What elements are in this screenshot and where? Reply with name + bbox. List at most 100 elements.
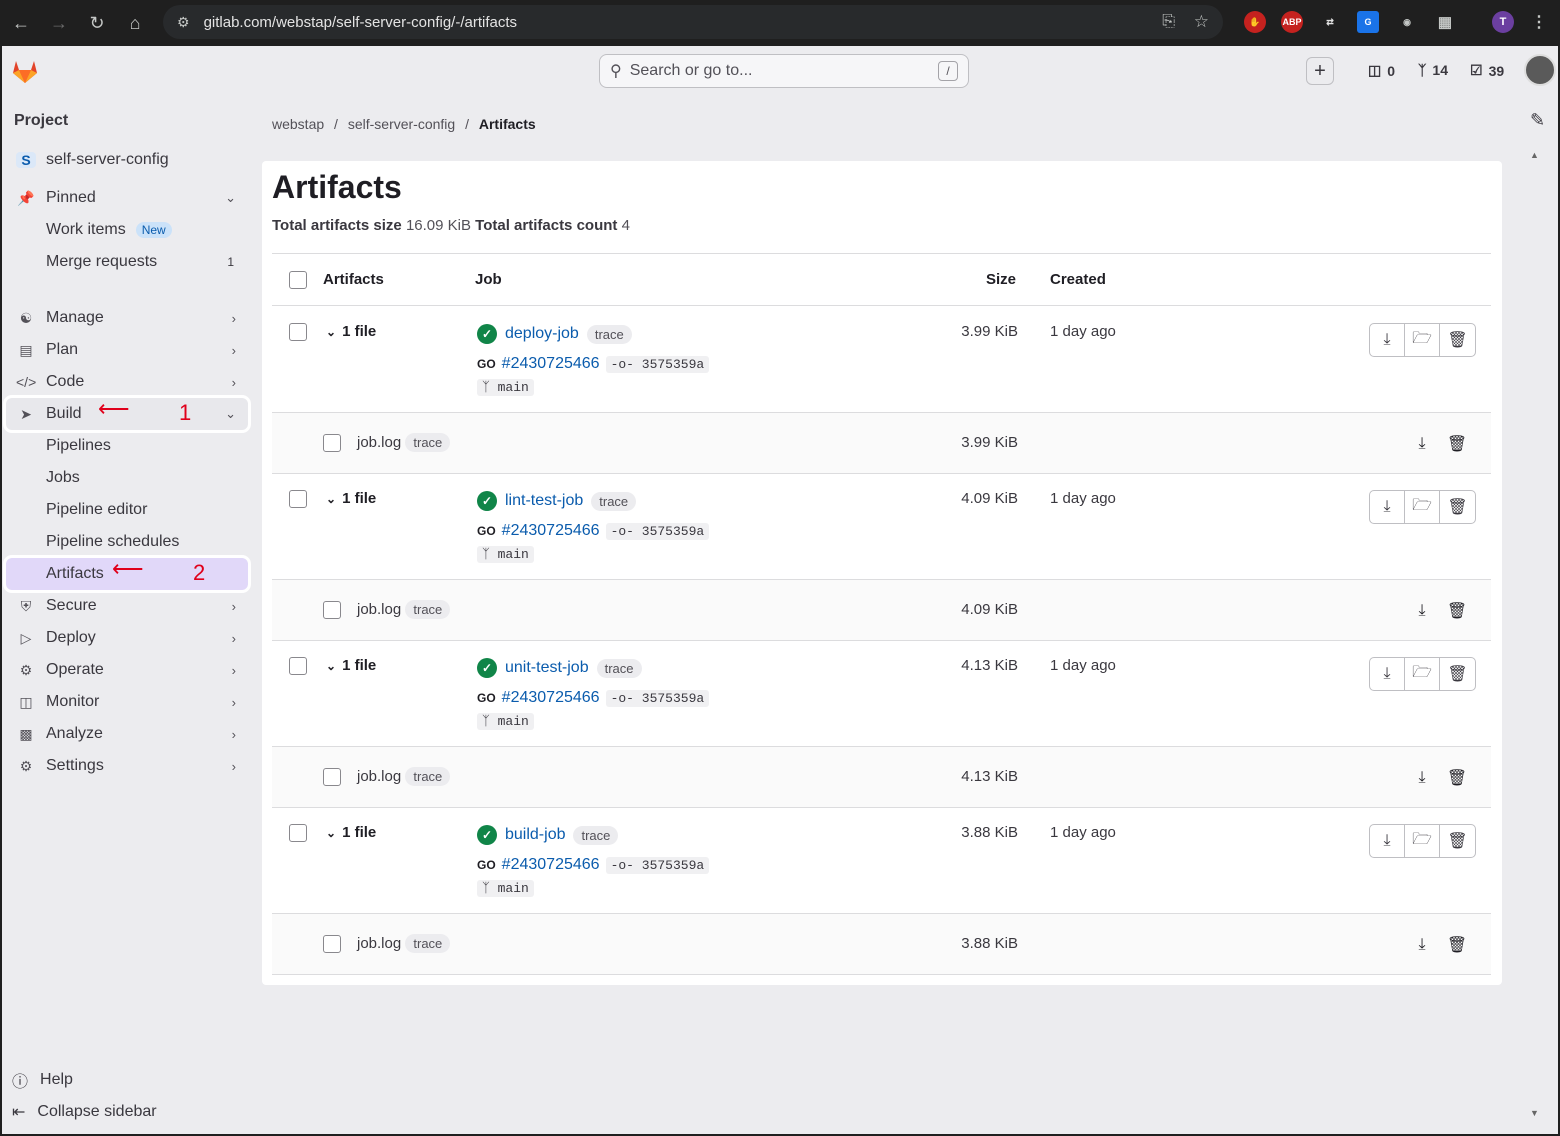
job-link[interactable]: lint-test-job (505, 492, 583, 510)
sidebar-project-link[interactable]: S self-server-config (6, 144, 248, 176)
scroll-up-icon[interactable]: ▲ (1530, 150, 1539, 160)
adblock-icon[interactable]: ABP (1281, 11, 1303, 33)
breadcrumb-project[interactable]: self-server-config (348, 116, 455, 132)
sidebar-item-deploy[interactable]: ▷ Deploy › (6, 622, 248, 654)
file-checkbox[interactable] (323, 935, 341, 953)
sidebar-item-secure[interactable]: ⛨ Secure › (6, 590, 248, 622)
sidebar-item-settings[interactable]: ⚙ Settings › (6, 750, 248, 782)
expand-toggle[interactable]: ⌄ 1 file (326, 323, 376, 340)
profile-avatar[interactable]: T (1492, 11, 1514, 33)
download-button[interactable]: ⤓ (1370, 491, 1405, 523)
search-input[interactable]: ⚲ Search or go to... / (599, 54, 969, 88)
collapse-sidebar-button[interactable]: ⇤ Collapse sidebar (12, 1102, 157, 1122)
sidebar-item-code[interactable]: </> Code › (6, 366, 248, 398)
browse-folder-button[interactable]: 🗁 (1405, 491, 1440, 523)
file-download-button[interactable]: ⤓ (1408, 764, 1436, 792)
browse-folder-button[interactable]: 🗁 (1405, 825, 1440, 857)
file-download-button[interactable]: ⤓ (1408, 597, 1436, 625)
install-icon[interactable]: ⎘ (1162, 13, 1175, 31)
file-download-button[interactable]: ⤓ (1408, 430, 1436, 458)
todos-count-button[interactable]: ☑ 39 (1470, 62, 1504, 79)
sidebar-item-jobs[interactable]: Jobs (6, 462, 248, 494)
sidebar-pinned[interactable]: 📌 Pinned ⌄ (6, 182, 248, 214)
file-delete-button[interactable]: 🗑 (1443, 430, 1471, 458)
expand-toggle[interactable]: ⌄ 1 file (326, 657, 376, 674)
sidebar-item-monitor[interactable]: ◫ Monitor › (6, 686, 248, 718)
pipeline-link[interactable]: #2430725466 (502, 522, 600, 540)
sidebar-item-manage[interactable]: ☯ Manage › (6, 302, 248, 334)
col-artifacts: Artifacts (323, 271, 384, 288)
artifact-checkbox[interactable] (289, 824, 307, 842)
delete-button[interactable]: 🗑 (1440, 825, 1475, 857)
commit-sha[interactable]: -o- 3575359a (605, 689, 710, 707)
commit-sha[interactable]: -o- 3575359a (605, 856, 710, 874)
delete-button[interactable]: 🗑 (1440, 658, 1475, 690)
file-checkbox[interactable] (323, 768, 341, 786)
edit-icon[interactable]: ✎ (1530, 110, 1545, 131)
file-download-button[interactable]: ⤓ (1408, 931, 1436, 959)
file-delete-button[interactable]: 🗑 (1443, 597, 1471, 625)
issues-count-button[interactable]: ◫ 0 (1368, 62, 1395, 79)
create-new-button[interactable]: + (1306, 57, 1334, 85)
browse-folder-button[interactable]: 🗁 (1405, 658, 1440, 690)
job-link[interactable]: build-job (505, 826, 565, 844)
sidebar-item-pipeline-schedules[interactable]: Pipeline schedules (6, 526, 248, 558)
bookmark-star-icon[interactable]: ☆ (1194, 12, 1209, 32)
pipeline-link[interactable]: #2430725466 (502, 689, 600, 707)
forward-icon[interactable]: → (44, 8, 74, 38)
sidebar-item-merge-requests[interactable]: Merge requests 1 (6, 246, 248, 278)
breadcrumb-current[interactable]: Artifacts (479, 116, 536, 132)
address-bar[interactable]: ⚙ gitlab.com/webstap/self-server-config/… (163, 5, 1223, 39)
branch-ref[interactable]: ᛉ main (477, 379, 534, 396)
sidebar-item-plan[interactable]: ▤ Plan › (6, 334, 248, 366)
browser-menu-icon[interactable]: ⋮ (1528, 11, 1550, 33)
extension-hand-icon[interactable]: ✋ (1244, 11, 1266, 33)
download-button[interactable]: ⤓ (1370, 658, 1405, 690)
gitlab-logo-icon[interactable] (10, 56, 40, 86)
commit-sha[interactable]: -o- 3575359a (605, 355, 710, 373)
breadcrumb-group[interactable]: webstap (272, 116, 324, 132)
help-button[interactable]: ⓘ Help (12, 1068, 73, 1092)
merge-requests-count-button[interactable]: ᛉ 14 (1418, 62, 1448, 78)
commit-sha[interactable]: -o- 3575359a (605, 522, 710, 540)
sidebar-item-pipelines[interactable]: Pipelines (6, 430, 248, 462)
sidebar-item-analyze[interactable]: ▩ Analyze › (6, 718, 248, 750)
extensions-puzzle-icon[interactable]: ▦ (1434, 11, 1456, 33)
user-avatar[interactable] (1524, 54, 1556, 86)
expand-toggle[interactable]: ⌄ 1 file (326, 490, 376, 507)
sidebar-item-pipeline-editor[interactable]: Pipeline editor (6, 494, 248, 526)
file-delete-button[interactable]: 🗑 (1443, 764, 1471, 792)
delete-button[interactable]: 🗑 (1440, 491, 1475, 523)
expand-toggle[interactable]: ⌄ 1 file (326, 824, 376, 841)
branch-ref[interactable]: ᛉ main (477, 880, 534, 897)
browse-folder-button[interactable]: 🗁 (1405, 324, 1440, 356)
reload-icon[interactable]: ↻ (82, 8, 112, 38)
camera-icon[interactable]: ◉ (1396, 11, 1418, 33)
select-all-checkbox[interactable] (289, 271, 307, 289)
sidebar-item-operate[interactable]: ⚙ Operate › (6, 654, 248, 686)
download-button[interactable]: ⤓ (1370, 825, 1405, 857)
artifact-checkbox[interactable] (289, 323, 307, 341)
sidebar-item-work-items[interactable]: Work items New (6, 214, 248, 246)
pipeline-link[interactable]: #2430725466 (502, 856, 600, 874)
artifact-checkbox[interactable] (289, 657, 307, 675)
file-checkbox[interactable] (323, 601, 341, 619)
extension-sync-icon[interactable]: ⇄ (1319, 11, 1341, 33)
job-link[interactable]: deploy-job (505, 325, 579, 343)
branch-ref[interactable]: ᛉ main (477, 546, 534, 563)
annotation-arrow-1: ⟵ (98, 396, 130, 421)
pinned-label: Pinned (46, 189, 96, 206)
file-checkbox[interactable] (323, 434, 341, 452)
scroll-down-icon[interactable]: ▼ (1530, 1108, 1539, 1118)
delete-button[interactable]: 🗑 (1440, 324, 1475, 356)
download-button[interactable]: ⤓ (1370, 324, 1405, 356)
back-icon[interactable]: ← (6, 8, 36, 38)
branch-ref[interactable]: ᛉ main (477, 713, 534, 730)
home-icon[interactable]: ⌂ (120, 8, 150, 38)
job-link[interactable]: unit-test-job (505, 659, 589, 677)
file-delete-button[interactable]: 🗑 (1443, 931, 1471, 959)
site-info-icon[interactable]: ⚙ (177, 14, 190, 31)
pipeline-link[interactable]: #2430725466 (502, 355, 600, 373)
artifact-checkbox[interactable] (289, 490, 307, 508)
translate-icon[interactable]: G (1357, 11, 1379, 33)
